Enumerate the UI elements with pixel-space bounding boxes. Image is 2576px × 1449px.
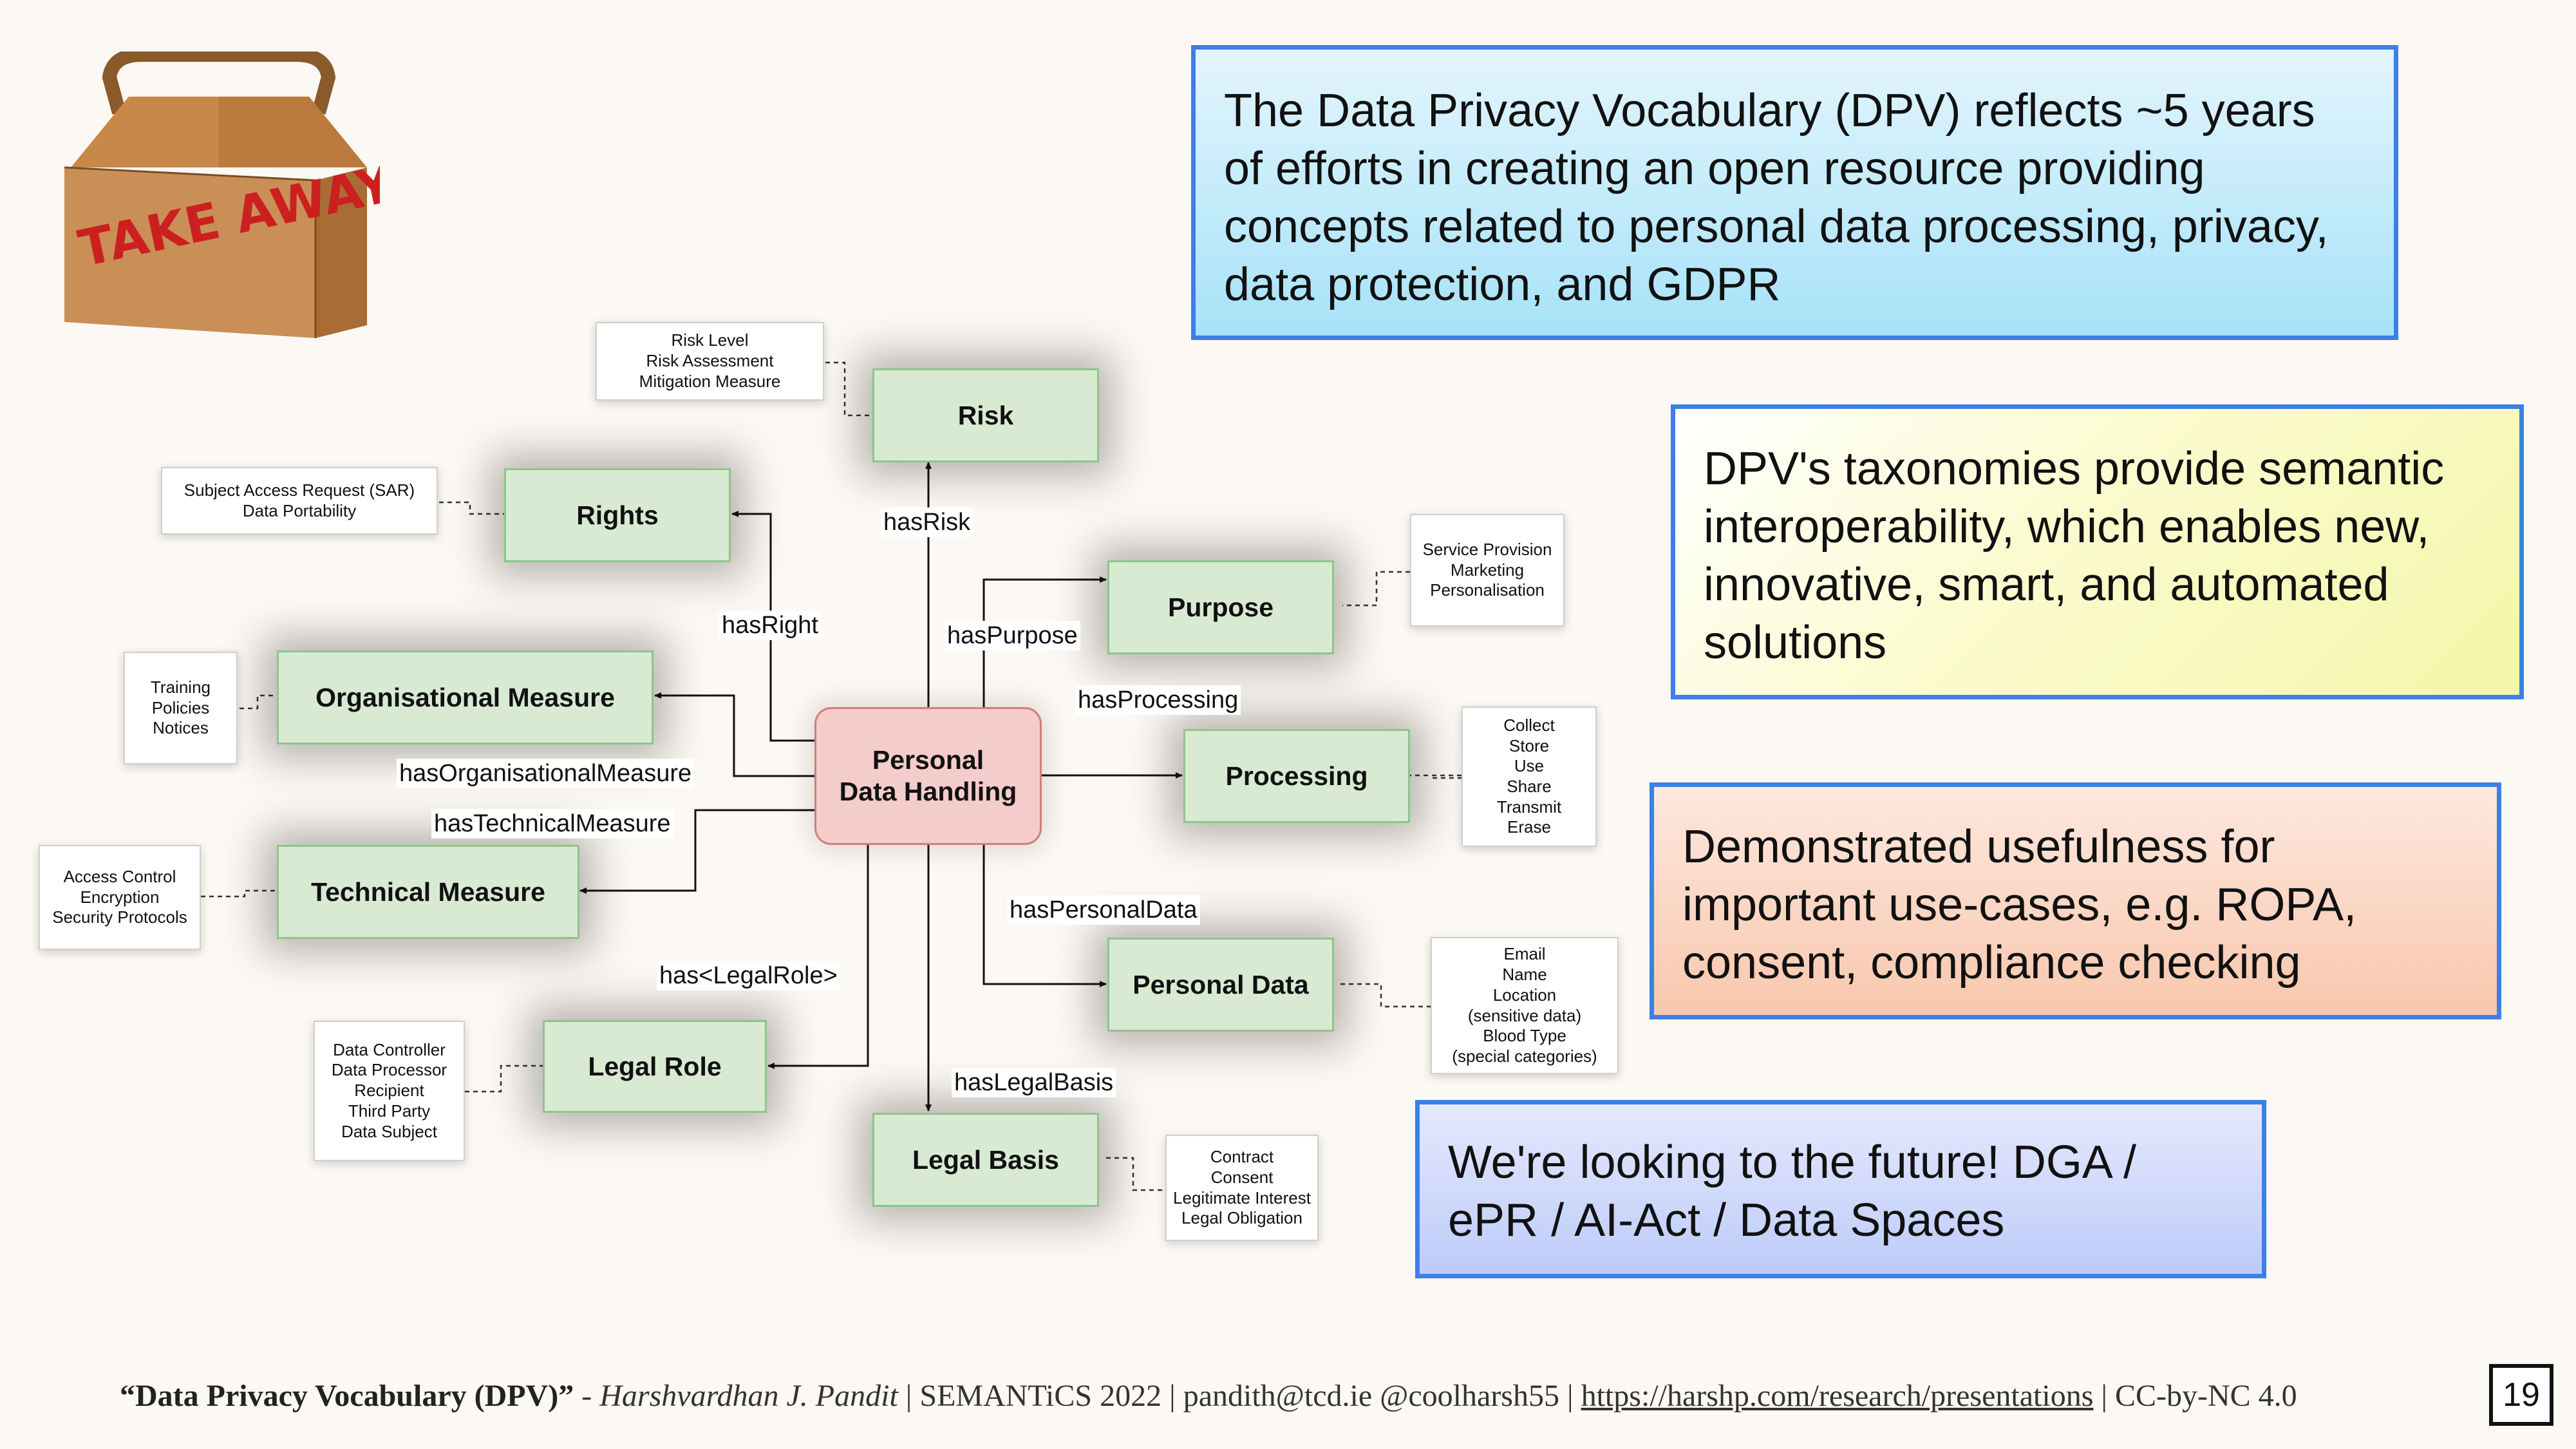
note-item: Data Subject xyxy=(341,1121,437,1141)
footer-venue: | SEMANTiCS 2022 | pandith@tcd.ie @coolh… xyxy=(898,1379,1581,1413)
note-personal-data-examples: Email Name Location (sensitive data) Blo… xyxy=(1431,937,1619,1074)
footer-license: | CC-by-NC 4.0 xyxy=(2093,1379,2297,1413)
note-item: Share xyxy=(1507,777,1552,796)
edge-label-has-organisational-measure: hasOrganisationalMeasure xyxy=(397,759,695,788)
note-org-measure-examples: Training Policies Notices xyxy=(124,652,238,764)
note-rights-examples: Subject Access Request (SAR) Data Portab… xyxy=(161,467,438,535)
node-risk: Risk xyxy=(872,368,1099,462)
note-legal-basis-examples: Contract Consent Legitimate Interest Leg… xyxy=(1165,1135,1319,1241)
node-purpose: Purpose xyxy=(1107,560,1334,654)
note-item: Contract xyxy=(1210,1147,1274,1167)
edge-label-has-legal-role: has<LegalRole> xyxy=(657,961,840,990)
note-item: Transmit xyxy=(1496,797,1562,817)
note-item: Risk Assessment xyxy=(646,351,774,371)
edge-label-has-risk: hasRisk xyxy=(881,507,973,537)
note-item: Training xyxy=(151,677,211,697)
slide-footer: “Data Privacy Vocabulary (DPV)” - Harshv… xyxy=(120,1378,2297,1414)
edge-label-has-personal-data: hasPersonalData xyxy=(1007,895,1200,925)
node-technical-measure: Technical Measure xyxy=(277,845,579,939)
note-item: Data Controller xyxy=(333,1039,446,1059)
note-item: Subject Access Request (SAR) xyxy=(183,480,415,500)
node-personal-data-handling: Personal Data Handling xyxy=(814,707,1042,845)
note-item: Personalisation xyxy=(1430,580,1545,600)
note-risk-examples: Risk Level Risk Assessment Mitigation Me… xyxy=(596,322,824,401)
edge-label-has-processing: hasProcessing xyxy=(1075,685,1241,715)
note-item: Collect xyxy=(1503,715,1555,735)
note-item: Erase xyxy=(1507,817,1551,837)
note-item: Use xyxy=(1514,756,1545,776)
note-item: Recipient xyxy=(354,1081,424,1101)
note-item: Third Party xyxy=(348,1101,431,1121)
footer-link[interactable]: https://harshp.com/research/presentation… xyxy=(1581,1379,2094,1413)
note-item: Access Control xyxy=(63,866,176,886)
note-item: Blood Type xyxy=(1483,1026,1566,1046)
edge-label-has-technical-measure: hasTechnicalMeasure xyxy=(431,809,673,838)
note-legal-role-examples: Data Controller Data Processor Recipient… xyxy=(314,1021,465,1161)
note-item: Policies xyxy=(151,697,210,717)
node-legal-role: Legal Role xyxy=(543,1020,767,1113)
note-item: Legal Obligation xyxy=(1181,1208,1302,1228)
note-purpose-examples: Service Provision Marketing Personalisat… xyxy=(1410,514,1565,627)
note-item: Security Protocols xyxy=(52,907,187,927)
callout-dpv-summary: The Data Privacy Vocabulary (DPV) reflec… xyxy=(1191,45,2398,340)
note-item: Mitigation Measure xyxy=(639,371,781,391)
footer-separator: - xyxy=(574,1379,600,1413)
edge-label-has-right: hasRight xyxy=(719,611,821,640)
note-item: Location xyxy=(1492,985,1557,1005)
note-tech-measure-examples: Access Control Encryption Security Proto… xyxy=(39,845,201,950)
note-item: Data Processor xyxy=(331,1060,447,1080)
node-rights: Rights xyxy=(504,468,731,562)
page-number: 19 xyxy=(2489,1364,2553,1426)
note-item: Service Provision xyxy=(1422,539,1552,559)
note-processing-examples: Collect Store Use Share Transmit Erase xyxy=(1462,706,1597,847)
note-item: Consent xyxy=(1210,1167,1274,1187)
center-node-label: Personal Data Handling xyxy=(839,744,1017,806)
note-item: (special categories) xyxy=(1452,1046,1597,1066)
note-item: Legitimate Interest xyxy=(1173,1188,1311,1208)
note-item: Data Portability xyxy=(242,500,357,520)
edge-label-has-legal-basis: hasLegalBasis xyxy=(952,1068,1116,1097)
callout-taxonomies: DPV's taxonomies provide semantic intero… xyxy=(1671,404,2524,699)
node-personal-data: Personal Data xyxy=(1107,938,1334,1032)
note-item: (sensitive data) xyxy=(1467,1005,1582,1025)
note-item: Store xyxy=(1509,735,1550,755)
note-item: Email xyxy=(1503,944,1546,964)
note-item: Encryption xyxy=(80,887,160,907)
note-item: Risk Level xyxy=(671,330,749,350)
note-item: Notices xyxy=(153,718,209,738)
node-legal-basis: Legal Basis xyxy=(872,1113,1099,1207)
note-item: Name xyxy=(1502,965,1547,985)
edge-label-has-purpose: hasPurpose xyxy=(945,621,1080,650)
node-processing: Processing xyxy=(1183,729,1410,823)
note-item: Marketing xyxy=(1450,560,1525,580)
callout-usefulness: Demonstrated usefulness for important us… xyxy=(1650,782,2501,1019)
footer-title: “Data Privacy Vocabulary (DPV)” xyxy=(120,1379,574,1413)
callout-future: We're looking to the future! DGA / ePR /… xyxy=(1415,1100,2266,1278)
node-organisational-measure: Organisational Measure xyxy=(277,650,653,744)
footer-author: Harshvardhan J. Pandit xyxy=(599,1379,898,1413)
